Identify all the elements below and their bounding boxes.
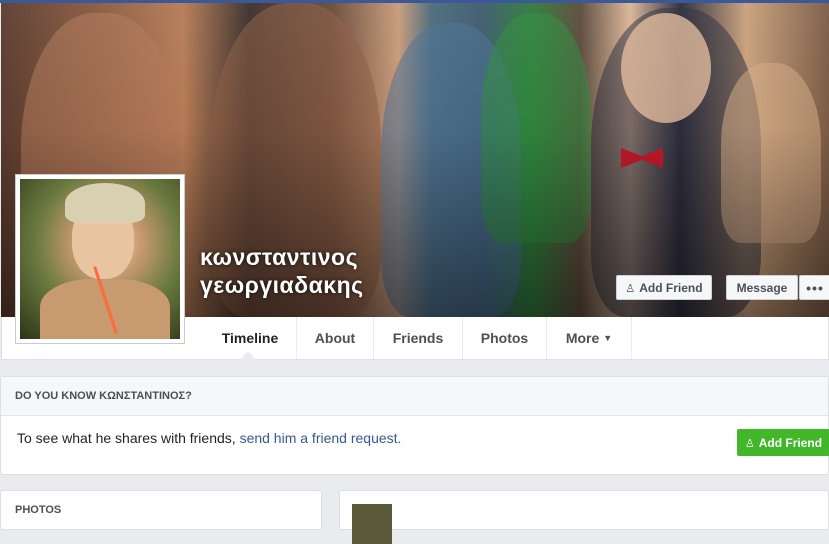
do-you-know-box: DO YOU KNOW ΚΩΝΣΤΑΝΤΙΝΟΣ? To see what he…: [0, 376, 829, 475]
add-friend-icon: ♙: [744, 438, 755, 450]
photos-heading: PHOTOS: [15, 504, 62, 516]
profile-name[interactable]: κωνσταντινος γεωργιαδακης: [200, 243, 364, 299]
tab-photos[interactable]: Photos: [463, 317, 547, 359]
post-avatar[interactable]: [352, 504, 392, 544]
send-friend-request-link[interactable]: send him a friend request.: [240, 430, 402, 446]
do-you-know-text: To see what he shares with friends, send…: [17, 430, 402, 446]
post-box: [339, 490, 829, 544]
tab-about[interactable]: About: [297, 317, 374, 359]
caret-down-icon: ▼: [603, 333, 613, 343]
more-options-icon: •••: [806, 280, 824, 296]
add-friend-label: Add Friend: [639, 281, 703, 295]
profile-name-line2: γεωργιαδακης: [200, 272, 364, 298]
message-label: Message: [736, 281, 788, 295]
tab-more[interactable]: More ▼: [547, 317, 632, 359]
avatar: [20, 179, 180, 339]
message-button[interactable]: Message: [726, 275, 798, 300]
add-friend-button[interactable]: ♙ Add Friend: [616, 275, 712, 300]
active-tab-pointer: [240, 351, 256, 360]
profile-picture[interactable]: [15, 174, 185, 344]
tab-friends[interactable]: Friends: [374, 317, 463, 359]
profile-name-line1: κωνσταντινος: [200, 244, 359, 270]
do-you-know-heading: DO YOU KNOW ΚΩΝΣΤΑΝΤΙΝΟΣ?: [1, 377, 828, 416]
photos-box: PHOTOS: [0, 490, 322, 530]
add-friend-icon: ♙: [625, 283, 636, 295]
add-friend-green-label: Add Friend: [758, 436, 823, 450]
add-friend-green-button[interactable]: ♙ Add Friend: [737, 429, 829, 456]
more-options-button[interactable]: •••: [799, 275, 829, 300]
